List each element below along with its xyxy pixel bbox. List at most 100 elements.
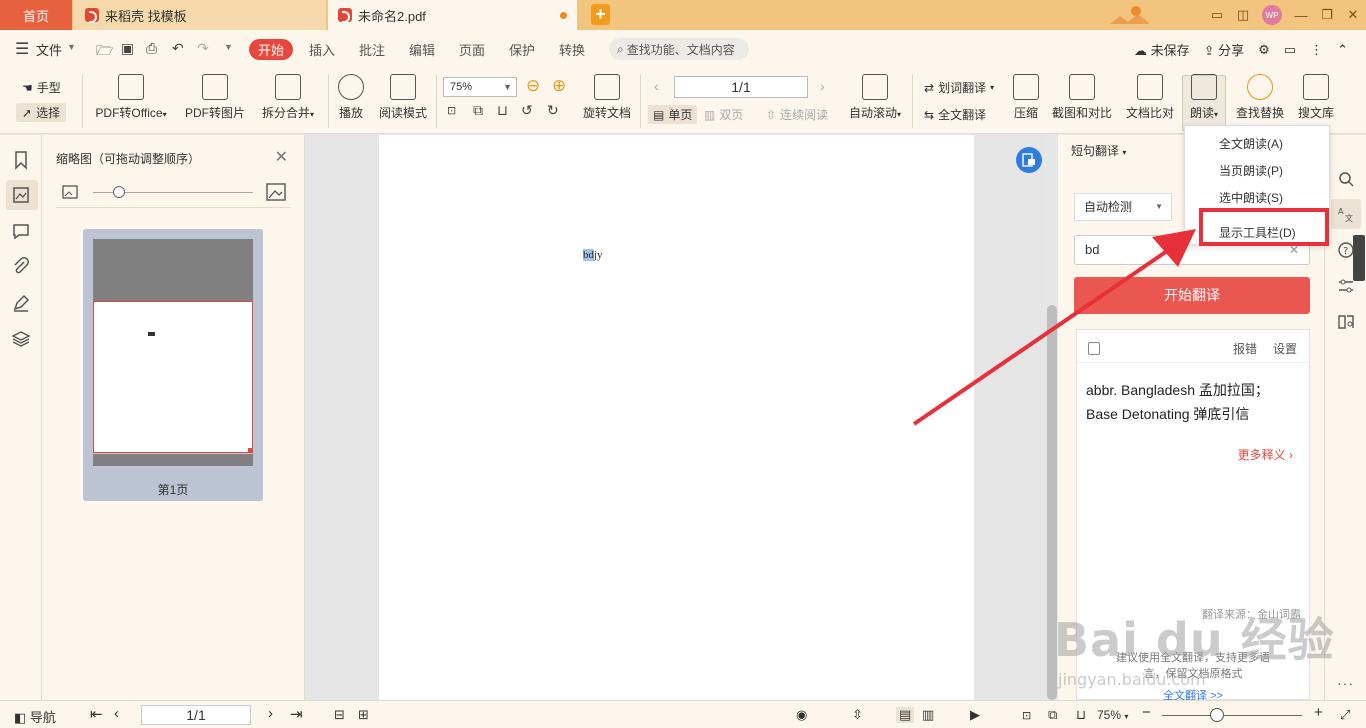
translate-title[interactable]: 短句翻译 ▾ [1071,142,1126,159]
small-image-icon[interactable] [62,185,78,199]
comment-icon[interactable] [11,221,31,241]
zoom-select[interactable]: 75% ▼ [443,77,517,97]
rotate-left-icon[interactable]: ↺ [521,102,533,119]
menu-convert[interactable]: 转换 [559,40,585,59]
search-input[interactable]: ⌕ 查找功能、文档内容 [609,38,749,60]
skin-icon[interactable]: ◫ [1230,0,1256,30]
fullscreen-icon[interactable]: ⤢ [1340,707,1350,723]
play-icon[interactable]: ▶ [970,707,980,723]
new-tab-button[interactable]: + [591,4,610,25]
menu-protect[interactable]: 保护 [509,40,535,59]
unselected-text[interactable]: jy [594,249,603,261]
status-zoom[interactable]: 75% ▾ [1097,708,1128,722]
collapse-icon[interactable]: ⌃ [1337,42,1348,58]
attachment-icon[interactable] [11,257,31,277]
save-icon[interactable]: ▣ [121,40,134,57]
double-page-mode-icon[interactable]: ▥ [922,707,934,723]
fit-page-icon[interactable]: ⧉ [473,102,483,119]
last-page-icon[interactable]: ⇥ [290,705,303,723]
large-image-icon[interactable] [266,183,286,201]
report-error-link[interactable]: 报错 [1233,340,1257,357]
pdf-to-office-button[interactable]: PDF转Office▾ [92,74,170,121]
menu-page[interactable]: 页面 [459,40,485,59]
print-icon[interactable]: ⎙ [146,40,157,57]
single-page-mode-icon[interactable]: ▤ [896,707,915,723]
more-icon[interactable]: ⋮ [1310,42,1323,58]
comment-icon[interactable]: ▭ [1284,42,1296,58]
layers-icon[interactable] [11,329,31,349]
rotate-right-icon[interactable]: ↻ [547,102,559,119]
dropdown-item-full-read[interactable]: 全文朗读(A) [1219,135,1283,152]
select-tool[interactable]: ➚ 选择 [16,103,67,122]
share-button[interactable]: ⇪ 分享 [1204,40,1245,59]
search-doc-icon[interactable] [1337,170,1355,188]
pdf-to-image-button[interactable]: PDF转图片 [184,74,246,121]
minimize-icon[interactable]: — [1288,0,1314,30]
zoom-in-icon[interactable]: + [1314,704,1323,721]
settings-link[interactable]: 设置 [1273,340,1297,357]
first-page-icon[interactable]: ⇤ [90,705,103,723]
prev-page-icon[interactable]: ‹ [114,705,119,722]
back-icon[interactable]: ⊟ [334,707,345,723]
floating-tool-button[interactable] [1016,147,1042,173]
zoom-slider[interactable] [1162,715,1302,716]
settings-icon[interactable]: ⚙ [1258,42,1270,58]
menu-start[interactable]: 开始 [249,39,293,60]
zoom-slider-handle[interactable] [1210,708,1224,722]
redo-icon[interactable]: ↷ [197,40,209,57]
actual-size-icon[interactable]: ⊡ [447,104,456,117]
book-search-icon[interactable] [1337,313,1355,331]
next-page-icon[interactable]: › [268,705,273,722]
tab-home[interactable]: 首页 [0,0,72,30]
dropdown-item-page-read[interactable]: 当页朗读(P) [1219,162,1283,179]
continuous-mode-icon[interactable]: ⇳ [852,707,863,723]
double-page-button[interactable]: ▥ 双页 [704,106,743,123]
page-number-input[interactable]: 1/1 [674,76,808,98]
layout-icon[interactable]: ▭ [1204,0,1230,30]
open-icon[interactable]: 🗁 [96,40,113,64]
quick-more-icon[interactable]: ▼ [224,42,233,52]
find-replace-button[interactable]: 查找替换 [1236,74,1284,121]
nav-button[interactable]: ◧ 导航 [14,707,56,726]
tab-document[interactable]: 未命名2.pdf [328,0,577,30]
bookmark-icon[interactable] [11,150,31,170]
thumbnail-icon[interactable] [11,185,31,205]
continuous-button[interactable]: ⇳ 连续阅读 [766,106,828,123]
menu-annotate[interactable]: 批注 [359,40,385,59]
restore-icon[interactable]: ❐ [1314,0,1340,30]
fit-width-icon[interactable]: ⊔ [1076,707,1086,723]
close-icon[interactable]: ✕ [1340,0,1366,30]
hamburger-icon[interactable]: ☰ [15,39,29,59]
menu-insert[interactable]: 插入 [309,40,335,59]
next-page-icon[interactable]: › [820,78,825,94]
rotate-doc-button[interactable]: 旋转文档 [582,74,632,121]
compress-button[interactable]: 压缩 [1012,74,1040,121]
status-page-input[interactable]: 1/1 [141,705,251,725]
tab-template[interactable]: 来稻壳 找模板 [73,0,326,30]
split-merge-button[interactable]: 拆分合并▾ [258,74,318,121]
unsaved-button[interactable]: ☁ 未保存 [1134,40,1190,59]
page-text[interactable]: bdjy [583,249,603,261]
search-lib-button[interactable]: 搜文库 [1296,74,1336,121]
full-translate-button[interactable]: ⇆ 全文翻译 [924,106,986,123]
chevron-down-icon[interactable]: ▼ [67,42,76,52]
actual-size-icon[interactable]: ⊡ [1022,709,1031,722]
zoom-in-icon[interactable]: ⊕ [552,76,566,96]
word-translate-button[interactable]: ⇄ 划词翻译 ▾ [924,79,994,96]
menu-edit[interactable]: 编辑 [409,40,435,59]
side-handle[interactable] [1353,235,1365,281]
prev-page-icon[interactable]: ‹ [654,78,659,94]
zoom-out-icon[interactable]: ⊖ [526,76,540,96]
hand-tool[interactable]: ☚ 手型 [22,79,61,96]
file-menu[interactable]: 文件 [36,40,62,59]
slider-handle[interactable] [113,186,125,198]
forward-icon[interactable]: ⊞ [358,707,369,723]
pdf-page[interactable]: bdjy [379,135,974,700]
more-meanings-link[interactable]: 更多释义 › [1238,446,1293,463]
zoom-out-icon[interactable]: − [1142,704,1151,721]
selected-text[interactable]: bd [583,249,594,261]
page-thumbnail[interactable]: 第1页 [83,229,263,501]
single-page-button[interactable]: ▤ 单页 [648,105,698,124]
fit-page-icon[interactable]: ⧉ [1048,707,1057,723]
auto-scroll-button[interactable]: 自动滚动▾ [846,74,904,121]
